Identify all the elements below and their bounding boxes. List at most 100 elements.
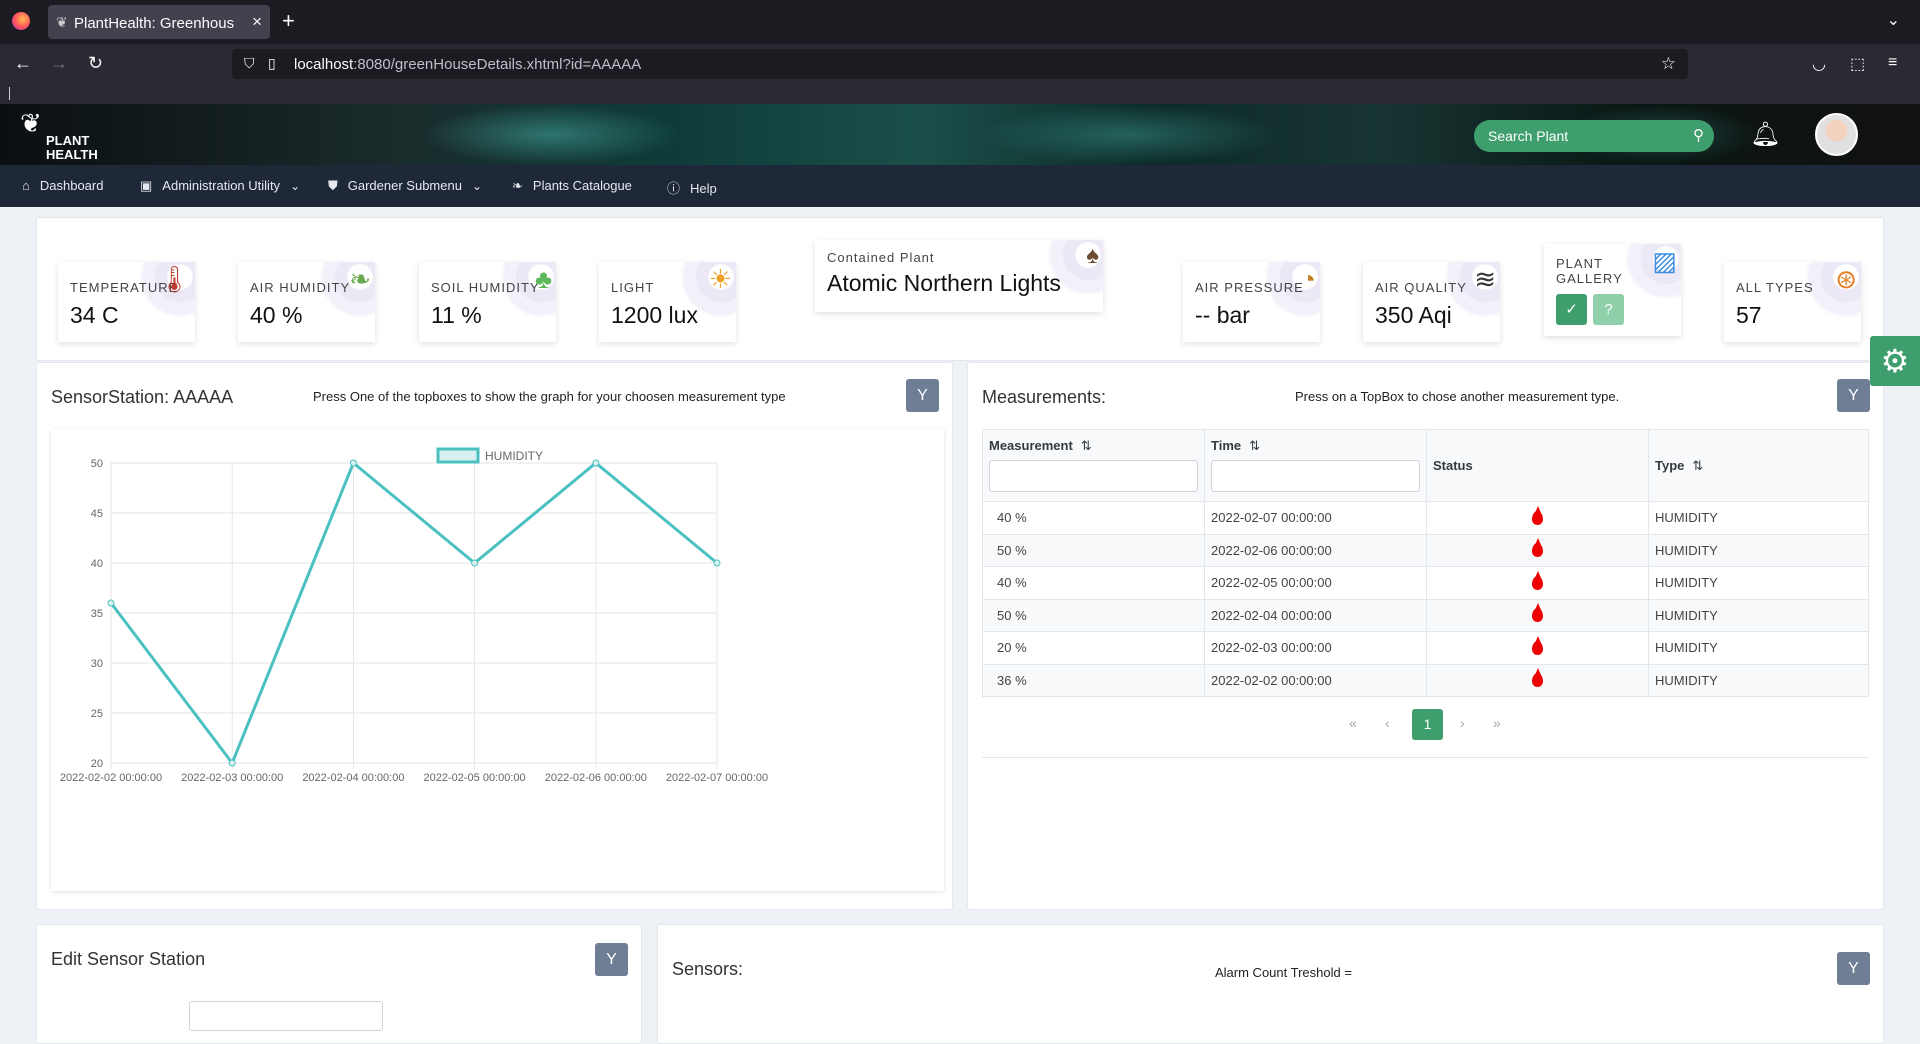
settings-gear-icon[interactable]: ⚙ [1870, 336, 1920, 386]
search-plant-input[interactable]: Search Plant ⚲ [1474, 120, 1714, 152]
topbox-light[interactable]: LIGHT 1200 lux ☀ [599, 262, 736, 342]
edit-input[interactable] [189, 1001, 383, 1031]
tracking-shield-icon[interactable]: ⛉ [244, 55, 255, 72]
water-drop-icon [1532, 505, 1543, 525]
data-point[interactable] [349, 459, 357, 467]
time-filter-input[interactable] [1211, 460, 1420, 492]
seedling-icon: Y [1848, 960, 1859, 977]
table-row[interactable]: 50 % 2022-02-06 00:00:00 HUMIDITY [982, 533, 1869, 567]
cell-measurement: 20 % [982, 631, 1205, 665]
page-info-icon[interactable]: ▯ [268, 55, 276, 72]
menu-plants-catalogue[interactable]: ❧ Plants Catalogue [512, 178, 632, 194]
table-row[interactable]: 50 % 2022-02-04 00:00:00 HUMIDITY [982, 598, 1869, 632]
new-tab-icon[interactable]: + [282, 8, 295, 34]
topbox-air-humidity[interactable]: AIR HUMIDITY 40 % ❧ [238, 262, 375, 342]
measurement-filter-input[interactable] [989, 460, 1198, 492]
plant-favicon-icon: ❦ [56, 14, 68, 30]
topbox-value: 11 % [431, 302, 482, 328]
menu-administration-utility[interactable]: ▣ Administration Utility ⌄ [140, 178, 300, 194]
panel-title: Edit Sensor Station [51, 949, 206, 969]
sun-icon: ☀ [708, 264, 732, 294]
topbox-label: SOIL HUMIDITY [431, 280, 540, 295]
browser-tab[interactable]: ❦ PlantHealth: Greenhous × [48, 5, 270, 39]
cell-measurement: 50 % [982, 598, 1205, 632]
y-tick-label: 50 [91, 458, 103, 470]
seedling-button[interactable]: Y [1837, 952, 1870, 985]
cell-time: 2022-02-07 00:00:00 [1204, 501, 1427, 535]
wind-icon: ≋ [1474, 264, 1496, 294]
gauge-icon: ◔ [1300, 264, 1316, 294]
seedling-button[interactable]: Y [595, 943, 628, 976]
panel-hint: Press on a TopBox to chose another measu… [1295, 389, 1620, 404]
bookmark-star-icon[interactable]: ☆ [1661, 54, 1676, 74]
menu-dashboard[interactable]: ⌂ Dashboard [22, 178, 103, 193]
list-all-tabs-icon[interactable]: ⌄ [1887, 10, 1900, 30]
column-header-time[interactable]: Time ⇅ [1204, 429, 1427, 502]
user-avatar[interactable] [1815, 113, 1858, 156]
seedling-button[interactable]: Y [906, 379, 939, 412]
sort-icon[interactable]: ⇅ [1249, 438, 1260, 453]
close-tab-icon[interactable]: × [252, 12, 262, 32]
measurements-table: Measurement ⇅ Time ⇅ Status Type ⇅ 40 % 2022… [982, 429, 1869, 697]
cell-type: HUMIDITY [1648, 663, 1869, 697]
firefox-icon[interactable] [12, 12, 30, 30]
y-tick-label: 20 [91, 758, 103, 770]
forward-icon[interactable]: → [50, 53, 68, 74]
topbox-contained-plant[interactable]: Contained Plant Atomic Northern Lights ♠ [815, 240, 1103, 312]
browser-toolbar: ← → ↻ ⛉ ▯ localhost:8080/greenHouseDetai… [0, 44, 1920, 84]
gallery-help-button[interactable]: ? [1593, 294, 1624, 325]
table-row[interactable]: 40 % 2022-02-05 00:00:00 HUMIDITY [982, 566, 1869, 600]
topbox-plant-gallery[interactable]: PLANT GALLERY ▨ ✓ ? [1544, 244, 1681, 336]
cell-measurement: 40 % [982, 566, 1205, 600]
table-row[interactable]: 40 % 2022-02-07 00:00:00 HUMIDITY [982, 501, 1869, 535]
data-point[interactable] [228, 759, 236, 767]
pager-last[interactable]: » [1493, 715, 1501, 731]
plant-health-logo[interactable]: ❦ PLANT HEALTH [20, 108, 110, 162]
browser-tab-strip: ❦ PlantHealth: Greenhous × + ⌄ [0, 0, 1920, 44]
url-bar[interactable]: ⛉ ▯ localhost:8080/greenHouseDetails.xht… [232, 49, 1688, 79]
menu-help[interactable]: ⓘ Help [667, 178, 717, 197]
y-tick-label: 35 [91, 608, 103, 620]
seedling-button[interactable]: Y [1837, 379, 1870, 412]
topbox-air-pressure[interactable]: AIR PRESSURE -- bar ◔ [1183, 262, 1320, 342]
notification-bell-icon[interactable]: 🔔︎ [1750, 120, 1780, 149]
data-point[interactable] [107, 599, 115, 607]
reload-icon[interactable]: ↻ [88, 53, 103, 74]
panel-title: Sensors: [672, 959, 744, 979]
chevron-down-icon: ⌄ [471, 179, 483, 193]
topbox-label: LIGHT [611, 280, 655, 295]
search-icon[interactable]: ⚲ [1693, 126, 1704, 144]
table-row[interactable]: 36 % 2022-02-02 00:00:00 HUMIDITY [982, 663, 1869, 697]
data-point[interactable] [471, 559, 479, 567]
table-row[interactable]: 20 % 2022-02-03 00:00:00 HUMIDITY [982, 631, 1869, 665]
topbox-all-types[interactable]: ALL TYPES 57 ⊛ [1724, 262, 1861, 342]
cell-measurement: 50 % [982, 533, 1205, 567]
sort-icon[interactable]: ⇅ [1692, 458, 1703, 473]
column-header-type[interactable]: Type ⇅ [1648, 429, 1869, 502]
data-point[interactable] [592, 459, 600, 467]
cell-time: 2022-02-02 00:00:00 [1204, 663, 1427, 697]
back-icon[interactable]: ← [14, 53, 32, 74]
pager-next[interactable]: › [1460, 715, 1465, 731]
pager-first[interactable]: « [1349, 715, 1357, 731]
column-header-measurement[interactable]: Measurement ⇅ [982, 429, 1205, 502]
data-point[interactable] [713, 559, 721, 567]
cell-status [1426, 663, 1649, 697]
humidity-line-chart: 20 25 30 35 40 45 50 2022-02-02 00:00:00 2022-0… [60, 447, 768, 784]
pocket-icon[interactable]: ◡ [1812, 54, 1826, 74]
question-circle-icon: ⓘ [667, 181, 681, 196]
sort-icon[interactable]: ⇅ [1081, 438, 1092, 453]
water-drop-icon [1532, 603, 1543, 623]
topbox-value: 34 C [70, 302, 119, 328]
pager-prev[interactable]: ‹ [1385, 715, 1390, 731]
menu-icon[interactable]: ≡ [1888, 54, 1897, 72]
measurements-panel: Measurements: Press on a TopBox to chose… [967, 362, 1884, 910]
menu-gardener-submenu[interactable]: ⛊ Gardener Submenu ⌄ [328, 178, 482, 194]
topbox-soil-humidity[interactable]: SOIL HUMIDITY 11 % ♣ [419, 262, 556, 342]
extensions-icon[interactable]: ⬚ [1850, 54, 1865, 74]
topbox-air-quality[interactable]: AIR QUALITY 350 Aqi ≋ [1363, 262, 1500, 342]
topbox-temperature[interactable]: TEMPERATURE 34 C 🌡︎ [58, 262, 195, 342]
gallery-confirm-button[interactable]: ✓ [1556, 294, 1587, 325]
chart-card: 20 25 30 35 40 45 50 2022-02-02 00:00:00 2022-0… [51, 429, 944, 891]
cell-type: HUMIDITY [1648, 631, 1869, 665]
